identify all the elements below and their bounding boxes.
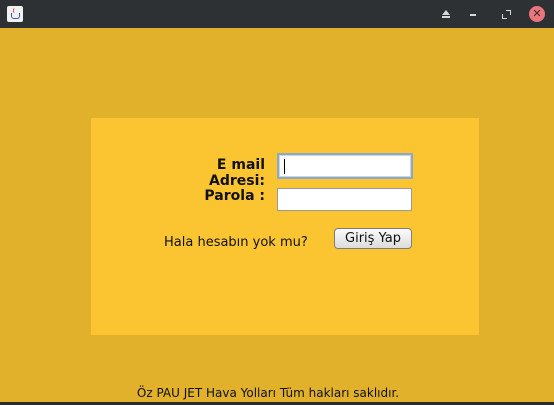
text-caret <box>284 159 285 174</box>
login-panel: E mail Adresi: Parola : Hala hesabın yok… <box>91 118 479 335</box>
app-window: ✕ E mail Adresi: Parola : Hala hesabın y… <box>0 0 554 405</box>
java-app-icon <box>7 6 23 22</box>
email-field[interactable] <box>277 153 413 179</box>
no-account-link[interactable]: Hala hesabın yok mu? <box>164 235 308 250</box>
minimize-icon[interactable] <box>465 6 481 22</box>
close-icon[interactable]: ✕ <box>529 6 545 22</box>
copyright-footer: Öz PAU JET Hava Yolları Tüm hakları sakl… <box>136 386 400 400</box>
login-button[interactable]: Giriş Yap <box>334 228 412 249</box>
title-bar[interactable]: ✕ <box>0 0 554 28</box>
eject-icon[interactable] <box>438 6 454 22</box>
password-field[interactable] <box>277 188 412 211</box>
email-label: E mail Adresi: <box>209 157 265 189</box>
maximize-icon[interactable] <box>498 6 514 22</box>
password-label: Parola : <box>204 188 265 204</box>
